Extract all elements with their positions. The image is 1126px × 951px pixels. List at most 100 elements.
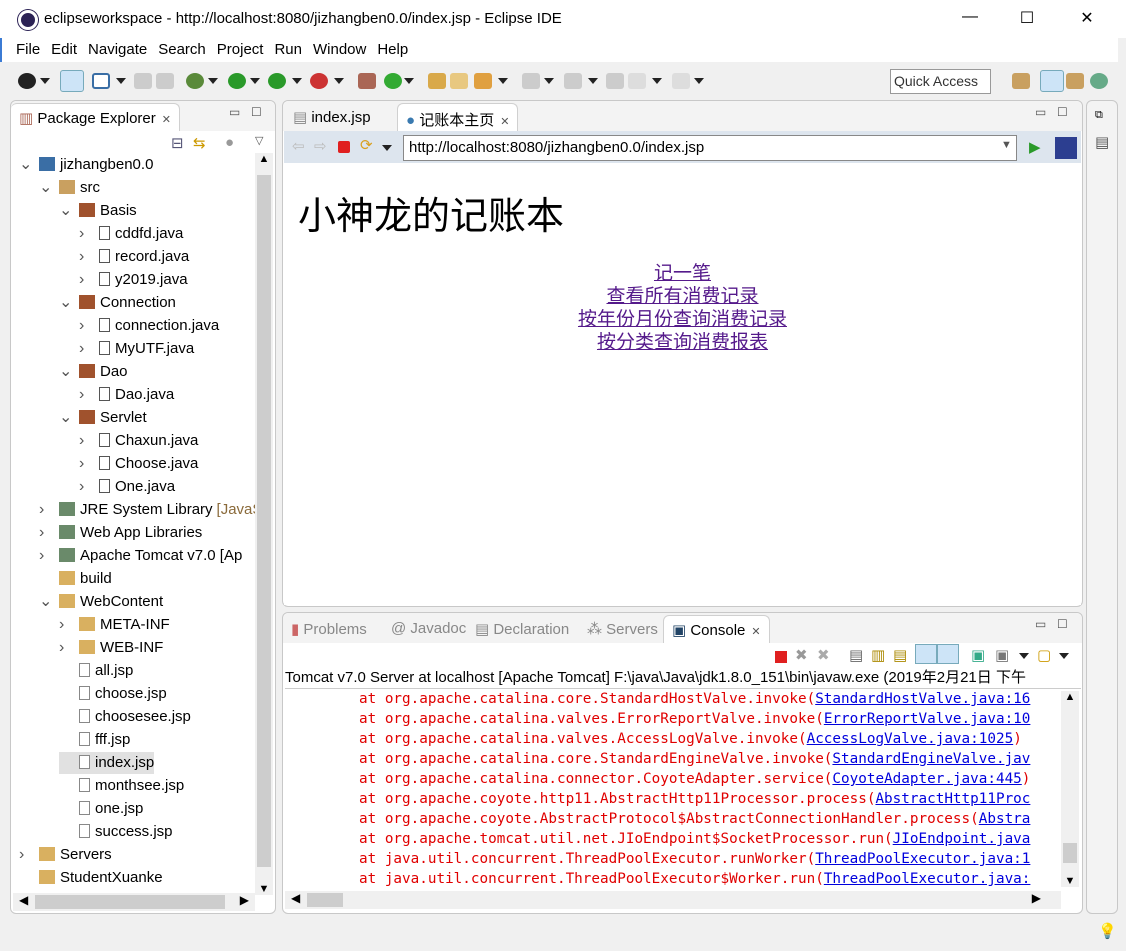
new-class-icon[interactable] [384,73,402,89]
menu-navigate[interactable]: Navigate [88,38,147,62]
tree-item[interactable]: ⌄ Servlet [59,407,147,429]
menu-window[interactable]: Window [313,38,366,62]
debug-icon[interactable] [186,73,204,89]
skip-breakpoints-button[interactable] [60,70,84,92]
java-ee-perspective-icon[interactable] [1040,70,1064,92]
tab-package-explorer[interactable]: ▥ Package Explorer ✕ [11,103,180,131]
tab-index-jsp[interactable]: ▤ index.jsp [285,103,379,131]
tab-javadoc[interactable]: @ Javadoc [383,615,474,643]
tree-item[interactable]: all.jsp [59,660,133,682]
tree-item[interactable]: › y2019.java [79,269,188,291]
tree-item[interactable]: choosesee.jsp [59,706,191,728]
console-vertical-scrollbar[interactable]: ▲ ▼ [1061,691,1079,887]
tree-item[interactable]: StudentXuanke [19,867,163,889]
remove-launch-icon[interactable]: ✖ [795,646,808,664]
chevron-right-icon[interactable]: › [39,499,59,521]
tree-item[interactable]: fff.jsp [59,729,130,751]
chevron-right-icon[interactable]: › [19,844,39,866]
console-horizontal-scrollbar[interactable]: ◀ ▶ [285,891,1061,909]
refresh-dropdown-icon[interactable] [382,145,392,151]
open-task-icon[interactable] [450,73,468,89]
chevron-right-icon[interactable]: › [39,522,59,544]
tree-item[interactable]: › Web App Libraries [39,522,202,544]
link-view-all-records[interactable]: 查看所有消费记录 [284,285,1081,308]
collapse-all-icon[interactable]: ⊟ [171,134,184,152]
source-link[interactable]: StandardHostValve.java:16 [815,691,1030,707]
tree-item[interactable]: › Apache Tomcat v7.0 [Ap [39,545,242,567]
tree-item[interactable]: build [39,568,112,590]
source-link[interactable]: Abstra [979,811,1031,827]
outline-view-icon[interactable]: ▤ [1095,133,1109,151]
tab-console[interactable]: ▣ Console ✕ [663,615,770,643]
save-all-icon[interactable] [156,73,174,89]
link-query-by-month[interactable]: 按年份月份查询消费记录 [284,308,1081,331]
source-link[interactable]: StandardEngineValve.jav [832,751,1030,767]
tree-item[interactable]: choose.jsp [59,683,167,705]
chevron-right-icon[interactable]: › [59,614,79,636]
show-on-stdout-button[interactable] [915,644,937,664]
chevron-right-icon[interactable]: › [79,223,99,245]
maximize-icon[interactable]: ☐ [1057,617,1068,631]
clear-console-icon[interactable]: ▤ [849,646,863,664]
restore-icon[interactable]: ⧉ [1095,109,1103,122]
java-perspective-icon[interactable] [1066,73,1084,89]
remove-all-icon[interactable]: ✖ [817,646,830,664]
close-icon[interactable]: ✕ [162,114,171,126]
tree-item[interactable]: ⌄ WebContent [39,591,163,613]
user-icon[interactable] [18,73,36,89]
debug-perspective-icon[interactable] [1090,73,1108,89]
menu-edit[interactable]: Edit [51,38,77,62]
forward-icon[interactable] [672,73,690,89]
tree-item[interactable]: › record.java [79,246,189,268]
tree-item[interactable]: › Dao.java [79,384,174,406]
chevron-right-icon[interactable]: › [79,246,99,268]
pin-console-icon[interactable]: ▣ [971,646,985,664]
open-type-icon[interactable] [428,73,446,89]
open-external-browser-icon[interactable] [1055,137,1077,159]
forward-button[interactable]: ⇨ [314,137,327,155]
refresh-button[interactable]: ⟳ [360,136,373,154]
chevron-right-icon[interactable]: › [79,269,99,291]
source-link[interactable]: JIoEndpoint.java [893,831,1031,847]
source-link[interactable]: ThreadPoolExecutor.java:1 [815,851,1030,867]
chevron-down-icon[interactable]: ⌄ [39,177,59,199]
chevron-right-icon[interactable]: › [79,430,99,452]
url-input[interactable]: http://localhost:8080/jizhangben0.0/inde… [403,135,1017,161]
quick-access-field[interactable]: Quick Access [890,69,991,94]
tree-horizontal-scrollbar[interactable]: ◀ ▶ [13,893,255,911]
menu-search[interactable]: Search [158,38,206,62]
tree-item[interactable]: index.jsp [59,752,155,774]
tree-item[interactable]: › MyUTF.java [79,338,194,360]
tree-item[interactable]: ⌄ Basis [59,200,137,222]
tab-servers[interactable]: ⁂ Servers [579,615,666,643]
menu-help[interactable]: Help [377,38,408,62]
tree-item[interactable]: › Chaxun.java [79,430,198,452]
prev-annotation-icon[interactable] [564,73,582,89]
display-console-icon[interactable]: ▣ [995,646,1009,664]
tip-icon[interactable]: 💡 [1098,922,1117,940]
tree-vertical-scrollbar[interactable]: ▲ ▼ [255,153,273,895]
coverage-icon[interactable] [268,73,286,89]
source-link[interactable]: ErrorReportValve.java:10 [824,711,1031,727]
chevron-right-icon[interactable]: › [79,338,99,360]
tree-item[interactable]: ⌄ Dao [59,361,128,383]
run-icon[interactable] [228,73,246,89]
url-dropdown-icon[interactable]: ▼ [1001,139,1012,151]
minimize-button[interactable]: — [955,8,985,30]
terminate-button[interactable] [775,651,787,663]
chevron-right-icon[interactable]: › [39,545,59,567]
tree-item[interactable]: ⌄ src [39,177,100,199]
chevron-down-icon[interactable]: ⌄ [59,200,79,222]
tree-item[interactable]: › cddfd.java [79,223,183,245]
go-button[interactable]: ▶ [1029,138,1041,156]
maximize-button[interactable]: ☐ [1012,8,1042,30]
tab-browser[interactable]: ● 记账本主页 ✕ [397,103,519,131]
chevron-down-icon[interactable]: ⌄ [19,154,39,176]
next-annotation-icon[interactable] [522,73,540,89]
maximize-icon[interactable]: ☐ [251,105,262,119]
link-add-record[interactable]: 记一笔 [284,262,1081,285]
show-on-stderr-button[interactable] [937,644,959,664]
tree-item[interactable]: ⌄ Connection [59,292,176,314]
close-icon[interactable]: ✕ [751,626,760,638]
chevron-down-icon[interactable]: ⌄ [59,407,79,429]
